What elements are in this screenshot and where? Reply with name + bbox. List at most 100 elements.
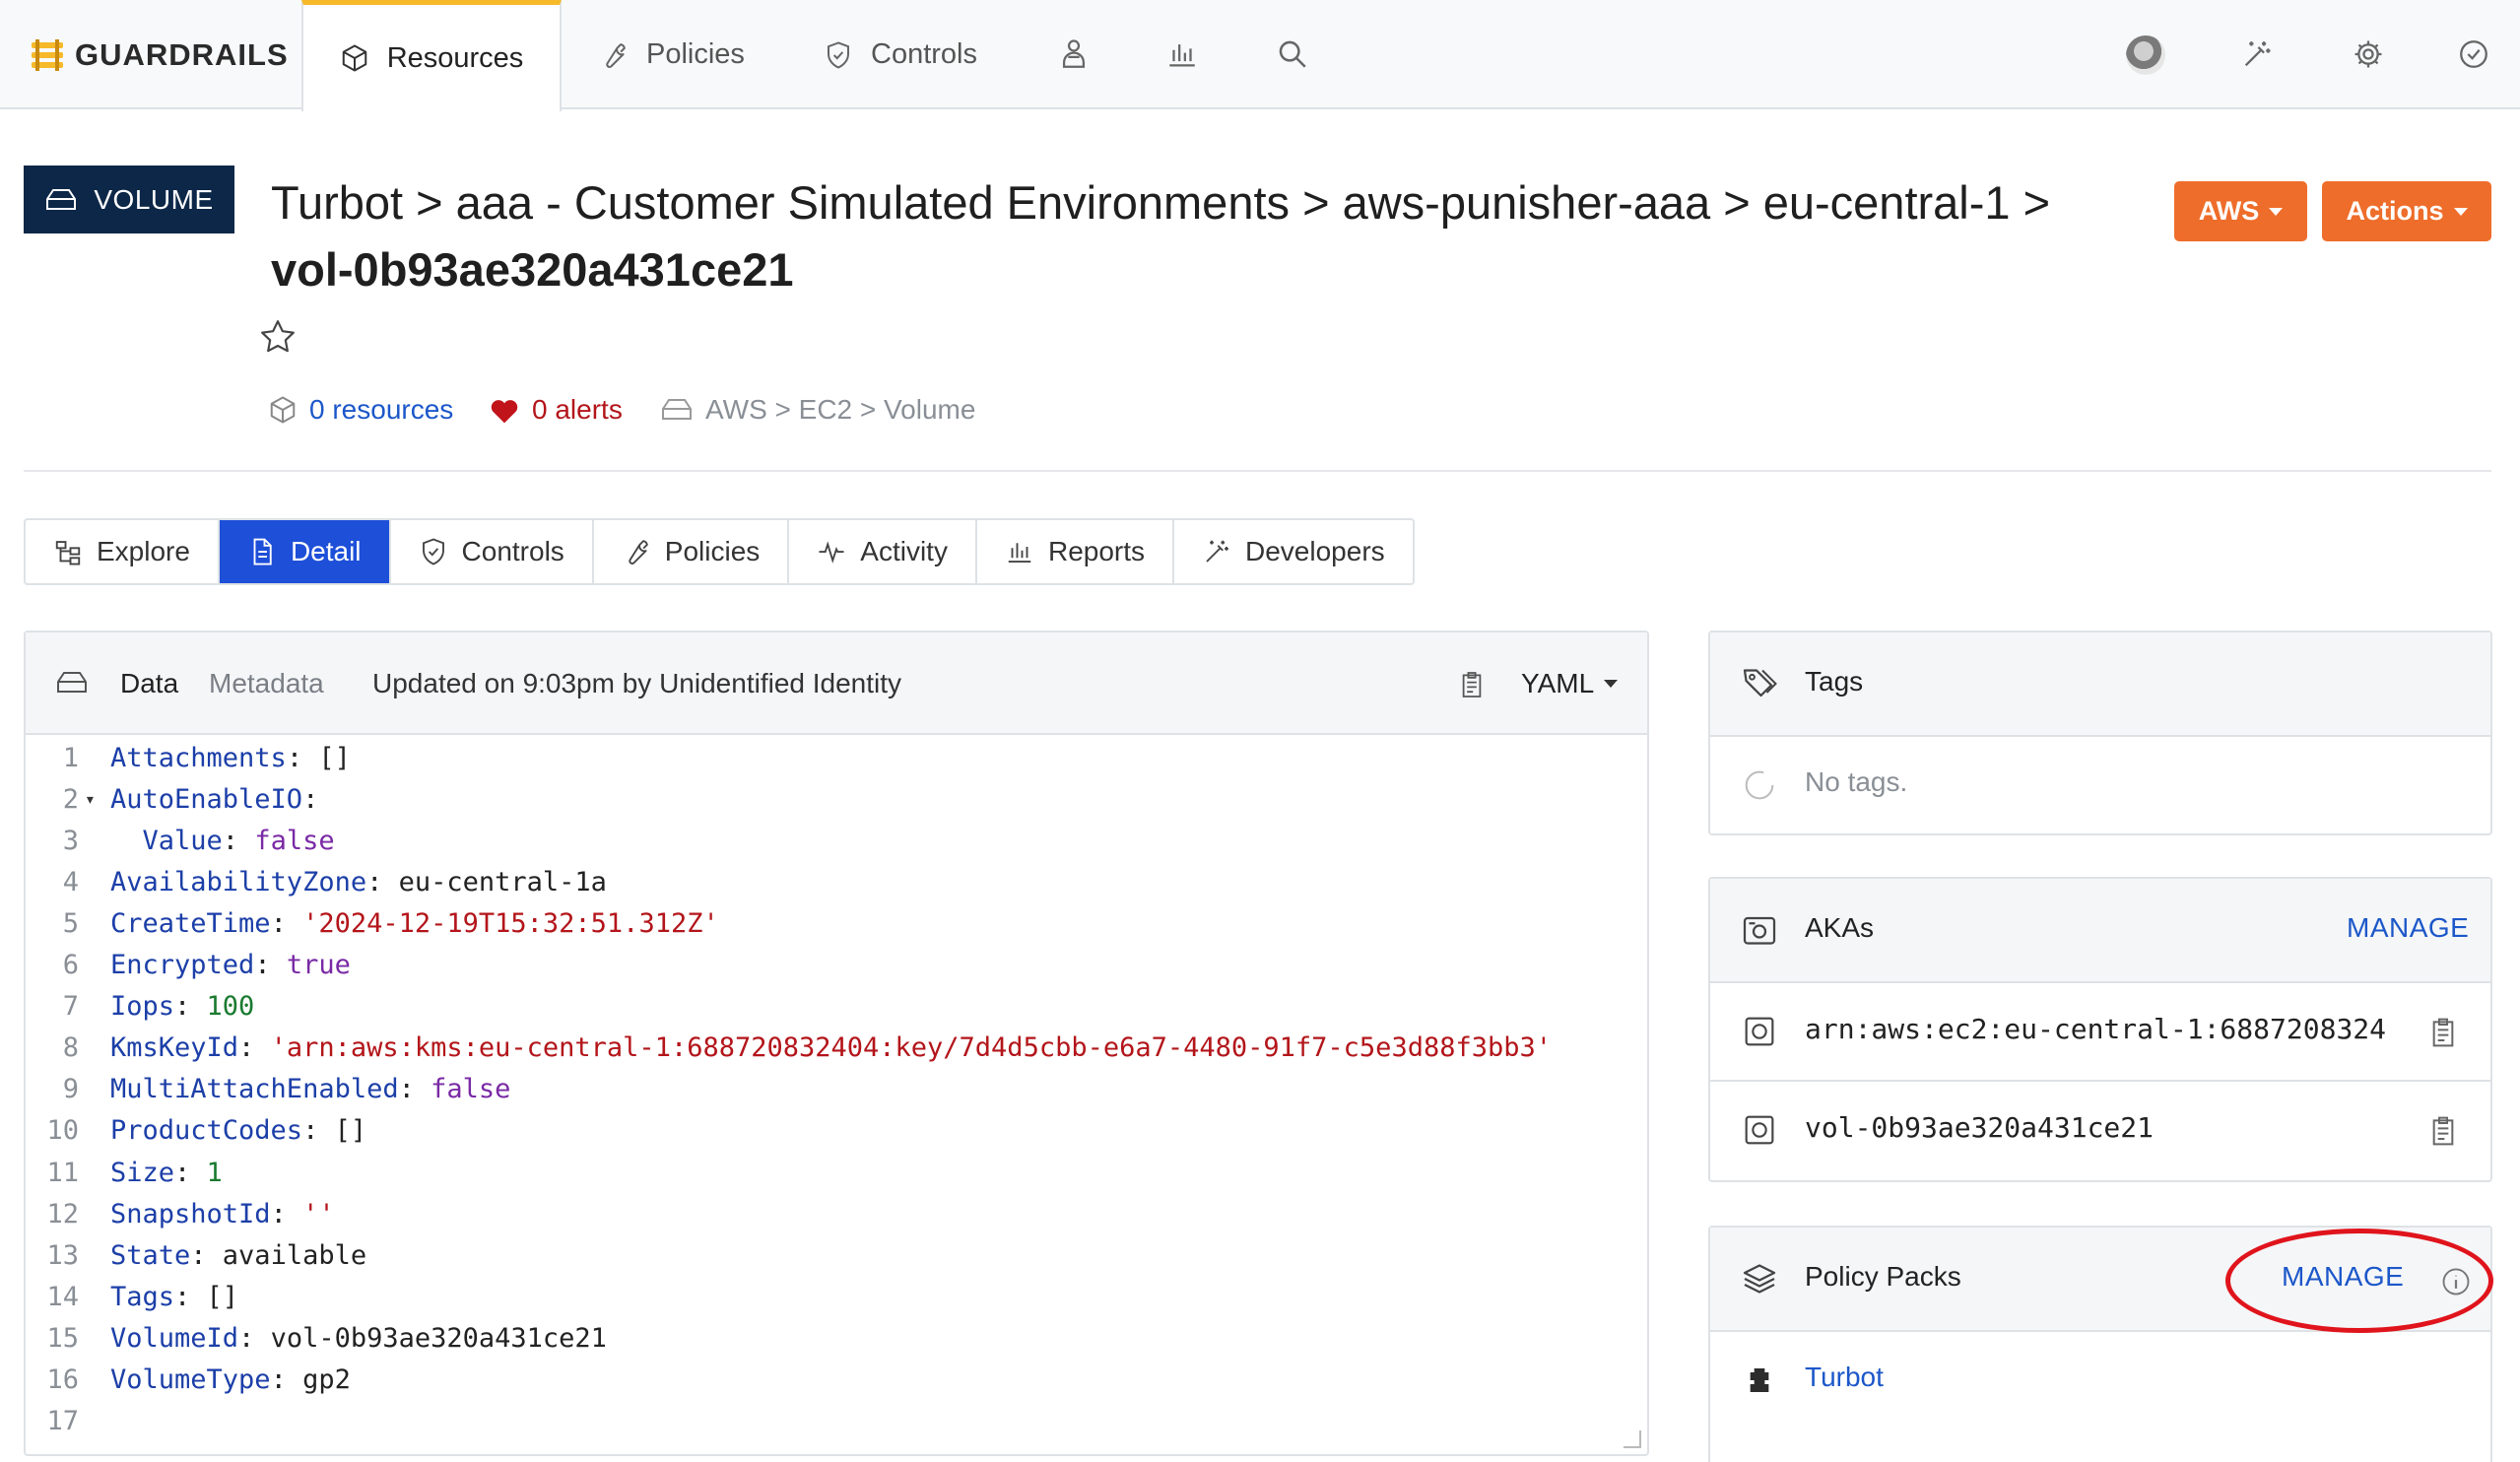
guardrails-logo[interactable]: GUARDRAILS <box>30 35 289 75</box>
no-tags-text: No tags. <box>1805 766 1908 797</box>
clipboard-icon[interactable] <box>1460 670 1484 699</box>
akas-title: AKAs <box>1805 912 1875 943</box>
tab-label: Controls <box>461 536 564 566</box>
akas-manage-link[interactable]: MANAGE <box>2347 912 2469 944</box>
aka-icon <box>1743 916 1776 945</box>
caret-down-icon <box>2453 207 2468 216</box>
tab-developers[interactable]: Developers <box>1174 520 1413 583</box>
clipboard-icon[interactable] <box>2429 1115 2457 1147</box>
code-text: VolumeId: vol-0b93ae320a431ce21 <box>110 1322 607 1354</box>
yaml-value: 'arn:aws:kms:eu-central-1:688720832404:k… <box>270 1032 1552 1064</box>
tab-label: Explore <box>97 536 190 566</box>
resource-type-label: VOLUME <box>94 183 214 215</box>
data-panel: Data Metadata Updated on 9:03pm by Unide… <box>24 631 1649 1456</box>
yaml-key: Value <box>110 825 223 856</box>
nav-tab-resources[interactable]: Resources <box>301 0 562 111</box>
clipboard-icon[interactable] <box>2429 1017 2457 1048</box>
shield-check-icon <box>422 538 444 565</box>
favorite-star-icon[interactable] <box>258 317 298 357</box>
empty-circle-icon <box>1745 770 1774 800</box>
akas-panel-header: AKAs MANAGE <box>1710 879 2490 983</box>
volume-icon <box>46 188 77 210</box>
code-text: ProductCodes: [] <box>110 1115 367 1147</box>
brand-name: GUARDRAILS <box>75 37 289 72</box>
tab-data[interactable]: Data <box>120 664 178 703</box>
code-line: 11 Size: 1 <box>26 1152 1647 1193</box>
tab-detail[interactable]: Detail <box>219 520 391 583</box>
line-number: 12 <box>46 1198 79 1229</box>
yaml-value: [] <box>334 1115 367 1147</box>
code-line: 5 CreateTime: '2024-12-19T15:32:51.312Z' <box>26 902 1647 944</box>
actions-dropdown-button[interactable]: Actions <box>2322 181 2491 241</box>
yaml-value: gp2 <box>302 1364 351 1395</box>
nav-tab-label: Resources <box>386 41 524 74</box>
aka-icon <box>1745 1115 1774 1145</box>
aws-dropdown-button[interactable]: AWS <box>2174 181 2307 241</box>
yaml-key: VolumeId <box>110 1322 239 1354</box>
bar-chart-icon[interactable] <box>1165 37 1199 71</box>
yaml-value: [] <box>318 742 351 773</box>
tab-explore[interactable]: Explore <box>26 520 220 583</box>
nav-tab-policies[interactable]: Policies <box>599 0 745 109</box>
code-line: 1 Attachments: [] <box>26 737 1647 778</box>
code-text: Encrypted: true <box>110 950 351 980</box>
tab-metadata[interactable]: Metadata <box>209 664 324 703</box>
yaml-value: available <box>222 1239 367 1271</box>
resource-tabs: Explore Detail Controls Policies Activit… <box>24 518 1415 585</box>
caret-down-icon <box>2269 207 2284 216</box>
tab-controls[interactable]: Controls <box>391 520 594 583</box>
yaml-key: Iops <box>110 991 175 1023</box>
resize-handle[interactable] <box>1624 1430 1641 1448</box>
code-text: KmsKeyId: 'arn:aws:kms:eu-central-1:6887… <box>110 1032 1552 1064</box>
fold-toggle-icon[interactable]: ▾ <box>85 789 96 810</box>
pulse-icon <box>819 541 844 564</box>
code-line: 15 VolumeId: vol-0b93ae320a431ce21 <box>26 1317 1647 1359</box>
code-text: Attachments: [] <box>110 742 351 773</box>
yaml-value: '' <box>302 1198 335 1229</box>
yaml-key: State <box>110 1239 191 1271</box>
wrench-icon <box>629 540 648 565</box>
search-icon[interactable] <box>1276 37 1309 71</box>
page-title: vol-0b93ae320a431ce21 <box>271 243 794 296</box>
code-text: SnapshotId: '' <box>110 1198 335 1229</box>
tags-panel-header: Tags <box>1710 632 2490 737</box>
yaml-key: AutoEnableIO <box>110 783 303 815</box>
tab-activity[interactable]: Activity <box>789 520 977 583</box>
code-text: MultiAttachEnabled: false <box>110 1074 511 1105</box>
nav-tab-controls[interactable]: Controls <box>824 0 977 109</box>
line-number: 15 <box>46 1322 79 1354</box>
resources-link[interactable]: 0 resources <box>268 390 453 430</box>
code-line: 8 KmsKeyId: 'arn:aws:kms:eu-central-1:688… <box>26 1028 1647 1069</box>
person-icon[interactable] <box>1057 37 1091 71</box>
line-number: 17 <box>46 1406 79 1437</box>
yaml-key: VolumeType <box>110 1364 271 1395</box>
code-text: AvailabilityZone: eu-central-1a <box>110 866 607 897</box>
data-panel-header: Data Metadata Updated on 9:03pm by Unide… <box>26 632 1647 735</box>
tab-policies[interactable]: Policies <box>594 520 790 583</box>
updated-status: Updated on 9:03pm by Unidentified Identi… <box>372 668 902 698</box>
code-text: Size: 1 <box>110 1157 223 1188</box>
avatar[interactable] <box>2126 35 2165 75</box>
tags-panel: Tags No tags. <box>1708 631 2492 835</box>
check-circle-icon[interactable] <box>2457 37 2490 71</box>
tab-label: Detail <box>290 536 362 566</box>
policy-pack-link[interactable]: Turbot <box>1805 1362 1884 1393</box>
yaml-key: CreateTime <box>110 907 271 939</box>
alerts-link[interactable]: 0 alerts <box>489 390 623 430</box>
breadcrumb[interactable]: Turbot > aaa - Customer Simulated Enviro… <box>271 175 2050 230</box>
tab-reports[interactable]: Reports <box>977 520 1175 583</box>
highlight-circle-annotation <box>2225 1229 2493 1333</box>
line-number: 13 <box>46 1239 79 1271</box>
gear-icon[interactable] <box>2352 37 2385 71</box>
yaml-key: MultiAttachEnabled <box>110 1074 399 1105</box>
aka-value: vol-0b93ae320a431ce21 <box>1805 1111 2155 1144</box>
code-line: 4 AvailabilityZone: eu-central-1a <box>26 861 1647 902</box>
volume-icon <box>662 399 692 420</box>
policy-packs-title: Policy Packs <box>1805 1261 1961 1292</box>
magic-wand-icon[interactable] <box>2240 37 2274 71</box>
tags-empty-row: No tags. <box>1710 737 2490 835</box>
format-select[interactable]: YAML <box>1521 664 1619 703</box>
code-line: 3 Value: false <box>26 820 1647 861</box>
resource-type-path[interactable]: AWS > EC2 > Volume <box>660 390 975 430</box>
line-number: 4 <box>62 866 79 897</box>
